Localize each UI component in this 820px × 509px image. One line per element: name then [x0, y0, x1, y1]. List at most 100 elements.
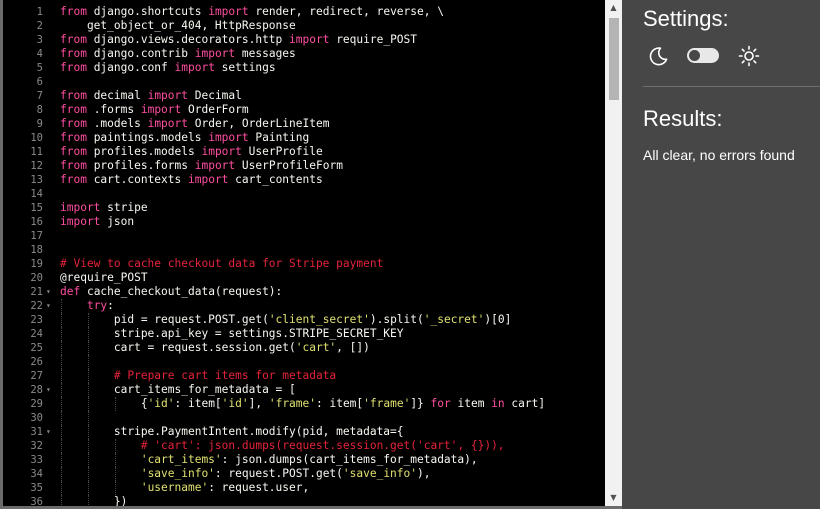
theme-toggle[interactable] [687, 48, 719, 63]
code-line[interactable]: 5 from django.conf import settings [3, 61, 604, 75]
line-number: 21 [30, 286, 43, 298]
line-number: 20 [30, 272, 43, 284]
code-text: cart = request.session.get('cart', []) [60, 341, 370, 354]
theme-switcher [646, 44, 820, 68]
indent-guide [61, 411, 62, 425]
code-line[interactable]: 20 @require_POST [3, 271, 604, 285]
code-line[interactable]: 24 stripe.api_key = settings.STRIPE_SECR… [3, 327, 604, 341]
line-number: 5 [36, 62, 43, 74]
code-text: 'save_info': request.POST.get('save_info… [140, 467, 431, 480]
code-line[interactable]: 14 [3, 187, 604, 201]
code-text: from cart.contexts import cart_contents [60, 173, 323, 186]
code-line[interactable]: 23 pid = request.POST.get('client_secret… [3, 313, 604, 327]
code-text: from django.conf import settings [60, 61, 276, 74]
code-line[interactable]: 26 [3, 355, 604, 369]
code-text: 'username': request.user, [140, 481, 310, 494]
code-line[interactable]: 22 ▾ try: [3, 299, 604, 313]
code-text: 'cart_items': json.dumps(cart_items_for_… [140, 453, 478, 466]
line-number: 28 [30, 384, 43, 396]
fold-arrow-icon[interactable]: ▾ [46, 285, 51, 299]
code-line[interactable]: 6 [3, 75, 604, 89]
code-line[interactable]: 28 ▾ cart_items_for_metadata = [ [3, 383, 604, 397]
arrow-down-icon[interactable]: ▼ [605, 490, 622, 506]
line-number: 1 [36, 6, 43, 18]
code-text: # 'cart': json.dumps(request.session.get… [140, 439, 505, 452]
settings-heading: Settings: [643, 6, 729, 31]
sun-icon[interactable] [737, 44, 761, 68]
line-number: 17 [30, 230, 43, 242]
code-area[interactable]: 1 from django.shortcuts import render, re… [3, 5, 604, 508]
code-line[interactable]: 7 from decimal import Decimal [3, 89, 604, 103]
code-line[interactable]: 32 # 'cart': json.dumps(request.session.… [3, 439, 604, 453]
results-panel: Settings: Results: All clear, no errors … [622, 0, 820, 509]
code-editor[interactable]: 1 from django.shortcuts import render, re… [0, 0, 622, 509]
indent-guide [61, 355, 62, 369]
code-line[interactable]: 21 ▾ def cache_checkout_data(request): [3, 285, 604, 299]
code-text: stripe.PaymentIntent.modify(pid, metadat… [60, 425, 404, 438]
line-number: 24 [30, 328, 43, 340]
code-text: from profiles.forms import UserProfileFo… [60, 159, 343, 172]
line-number: 35 [30, 482, 43, 494]
code-line[interactable]: 10 from paintings.models import Painting [3, 131, 604, 145]
line-number: 10 [30, 132, 43, 144]
code-line[interactable]: 31 ▾ stripe.PaymentIntent.modify(pid, met… [3, 425, 604, 439]
code-line[interactable]: 11 from profiles.models import UserProfil… [3, 145, 604, 159]
line-number: 2 [36, 20, 43, 32]
toggle-knob [689, 50, 700, 61]
code-text: from django.contrib import messages [60, 47, 296, 60]
line-number: 16 [30, 216, 43, 228]
code-line[interactable]: 1 from django.shortcuts import render, re… [3, 5, 604, 19]
code-text: from profiles.models import UserProfile [60, 145, 323, 158]
line-number: 34 [30, 468, 43, 480]
code-line[interactable]: 8 from .forms import OrderForm [3, 103, 604, 117]
code-text: import json [60, 215, 135, 228]
code-line[interactable]: 19 # View to cache checkout data for Stri… [3, 257, 604, 271]
fold-arrow-icon[interactable]: ▾ [46, 299, 51, 313]
code-line[interactable]: 15 import stripe [3, 201, 604, 215]
code-text: from .models import Order, OrderLineItem [60, 117, 330, 130]
code-text: from decimal import Decimal [60, 89, 242, 102]
editor-scrollbar[interactable]: ▲ ▼ [605, 0, 622, 506]
line-number: 18 [30, 244, 43, 256]
code-text: from paintings.models import Painting [60, 131, 310, 144]
line-number: 29 [30, 398, 43, 410]
line-number: 11 [30, 146, 43, 158]
code-line[interactable]: 36 }) [3, 495, 604, 508]
code-line[interactable]: 13 from cart.contexts import cart_content… [3, 173, 604, 187]
code-line[interactable]: 3 from django.views.decorators.http impor… [3, 33, 604, 47]
code-line[interactable]: 29 {'id': item['id'], 'frame': item['fra… [3, 397, 604, 411]
line-number: 26 [30, 356, 43, 368]
code-text: from .forms import OrderForm [60, 103, 249, 116]
code-line[interactable]: 4 from django.contrib import messages [3, 47, 604, 61]
code-text: @require_POST [60, 271, 148, 284]
code-line[interactable]: 27 # Prepare cart items for metadata [3, 369, 604, 383]
code-line[interactable]: 35 'username': request.user, [3, 481, 604, 495]
indent-guide [88, 411, 89, 425]
code-line[interactable]: 2 get_object_or_404, HttpResponse [3, 19, 604, 33]
line-number: 14 [30, 188, 43, 200]
line-number: 23 [30, 314, 43, 326]
code-line[interactable]: 33 'cart_items': json.dumps(cart_items_f… [3, 453, 604, 467]
line-number: 8 [36, 104, 43, 116]
code-line[interactable]: 18 [3, 243, 604, 257]
line-number: 36 [30, 496, 43, 508]
code-line[interactable]: 25 cart = request.session.get('cart', []… [3, 341, 604, 355]
code-line[interactable]: 16 import json [3, 215, 604, 229]
code-line[interactable]: 30 [3, 411, 604, 425]
scrollbar-thumb[interactable] [609, 18, 619, 100]
code-line[interactable]: 9 from .models import Order, OrderLineIte… [3, 117, 604, 131]
fold-arrow-icon[interactable]: ▾ [46, 425, 51, 439]
code-text: get_object_or_404, HttpResponse [60, 19, 296, 32]
code-line[interactable]: 17 [3, 229, 604, 243]
moon-icon[interactable] [646, 44, 670, 68]
code-text: cart_items_for_metadata = [ [60, 383, 296, 396]
code-text: import stripe [60, 201, 148, 214]
fold-arrow-icon[interactable]: ▾ [46, 383, 51, 397]
results-heading: Results: [643, 106, 723, 131]
code-text: from django.views.decorators.http import… [60, 33, 418, 46]
code-line[interactable]: 12 from profiles.forms import UserProfile… [3, 159, 604, 173]
arrow-up-icon[interactable]: ▲ [605, 0, 622, 16]
line-number: 31 [30, 426, 43, 438]
code-line[interactable]: 34 'save_info': request.POST.get('save_i… [3, 467, 604, 481]
code-text: from django.shortcuts import render, red… [60, 5, 444, 18]
